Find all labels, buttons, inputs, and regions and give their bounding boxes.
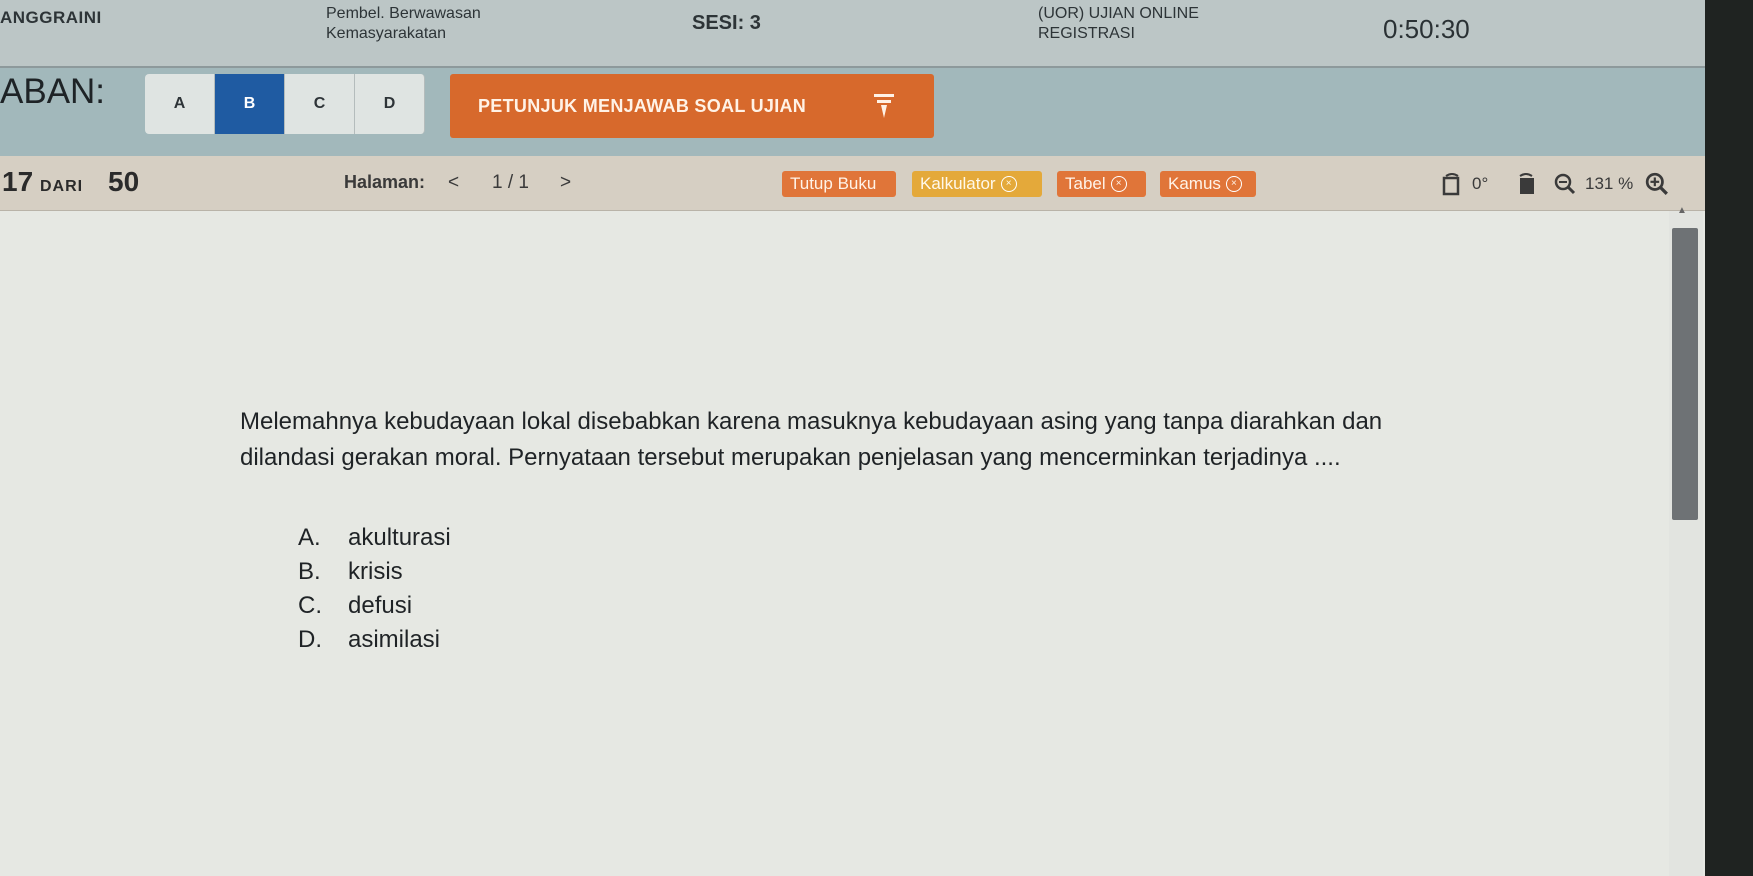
exam-line-1: (UOR) UJIAN ONLINE — [1038, 5, 1199, 22]
scrollbar-thumb[interactable] — [1672, 228, 1698, 520]
question-text: Melemahnya kebudayaan lokal disebabkan k… — [240, 408, 1383, 471]
current-question-number: 17 — [2, 166, 34, 197]
page-label: Halaman: — [344, 172, 426, 192]
exam-type: (UOR) UJIAN ONLINE REGISTRASI — [1038, 4, 1199, 44]
close-book-button[interactable]: Tutup Buku — [782, 171, 896, 197]
dictionary-label: Kamus — [1168, 174, 1221, 193]
choice-text: asimilasi — [348, 626, 441, 653]
session-label: SESI: 3 — [692, 12, 761, 34]
answer-option-b[interactable]: B — [215, 74, 285, 134]
choice-text: defusi — [348, 592, 413, 619]
countdown-timer: 0:50:30 — [1383, 14, 1470, 44]
choice-b[interactable]: B. krisis — [298, 558, 451, 592]
calculator-label: Kalkulator — [920, 174, 996, 193]
answer-option-c[interactable]: C — [285, 74, 355, 134]
choice-letter: B. — [298, 558, 321, 585]
rotate-left-icon[interactable] — [1442, 172, 1462, 196]
subject-line-1: Pembel. Berwawasan — [326, 5, 481, 22]
choice-text: akulturasi — [348, 524, 451, 551]
page-prev-button[interactable]: < — [448, 172, 459, 194]
answer-option-a[interactable]: A — [145, 74, 215, 134]
student-name: ANGGRAINI — [0, 8, 102, 27]
answer-options: A B C D — [145, 74, 425, 134]
choice-letter: D. — [298, 626, 322, 653]
close-icon: × — [1225, 176, 1242, 192]
choice-letter: C. — [298, 592, 322, 619]
rotation-value: 0° — [1472, 174, 1489, 193]
question-content-area — [0, 211, 1705, 876]
answer-option-d[interactable]: D — [355, 74, 425, 134]
instructions-button[interactable]: PETUNJUK MENJAWAB SOAL UJIAN — [450, 74, 934, 138]
subject-line-2: Kemasyarakatan — [326, 25, 447, 42]
choice-letter: A. — [298, 524, 321, 551]
question-of-label: DARI — [40, 178, 84, 195]
choice-d[interactable]: D. asimilasi — [298, 626, 451, 660]
monitor-bezel — [1705, 0, 1753, 876]
choice-a[interactable]: A. akulturasi — [298, 524, 451, 558]
choice-list: A. akulturasi B. krisis C. defusi D. asi… — [298, 524, 451, 660]
choice-text: krisis — [348, 558, 403, 585]
table-label: Tabel — [1065, 174, 1106, 193]
table-button[interactable]: Tabel × — [1057, 171, 1146, 197]
exam-header: ANGGRAINI Pembel. Berwawasan Kemasyaraka… — [0, 0, 1705, 68]
scroll-up-icon[interactable]: ▲ — [1677, 205, 1689, 217]
calculator-button[interactable]: Kalkulator × — [912, 171, 1042, 197]
close-book-label: Tutup Buku — [790, 174, 877, 193]
dictionary-button[interactable]: Kamus × — [1160, 171, 1256, 197]
close-icon: × — [1000, 176, 1017, 192]
answer-label: ABAN: — [0, 72, 106, 111]
choice-c[interactable]: C. defusi — [298, 592, 451, 626]
close-icon: × — [1110, 176, 1127, 192]
instructions-label: PETUNJUK MENJAWAB SOAL UJIAN — [478, 95, 807, 116]
exam-screen: ANGGRAINI Pembel. Berwawasan Kemasyaraka… — [0, 0, 1705, 876]
subject-name: Pembel. Berwawasan Kemasyarakatan — [326, 4, 481, 44]
page-indicator: 1 / 1 — [492, 172, 529, 193]
total-questions: 50 — [108, 166, 140, 197]
rotate-right-icon[interactable] — [1516, 172, 1536, 196]
zoom-in-icon[interactable] — [1645, 172, 1669, 196]
page-next-button[interactable]: > — [560, 172, 571, 194]
pencil-icon — [874, 94, 894, 118]
exam-line-2: REGISTRASI — [1038, 25, 1135, 42]
zoom-value: 131 % — [1585, 174, 1634, 193]
zoom-out-icon[interactable] — [1554, 173, 1576, 195]
